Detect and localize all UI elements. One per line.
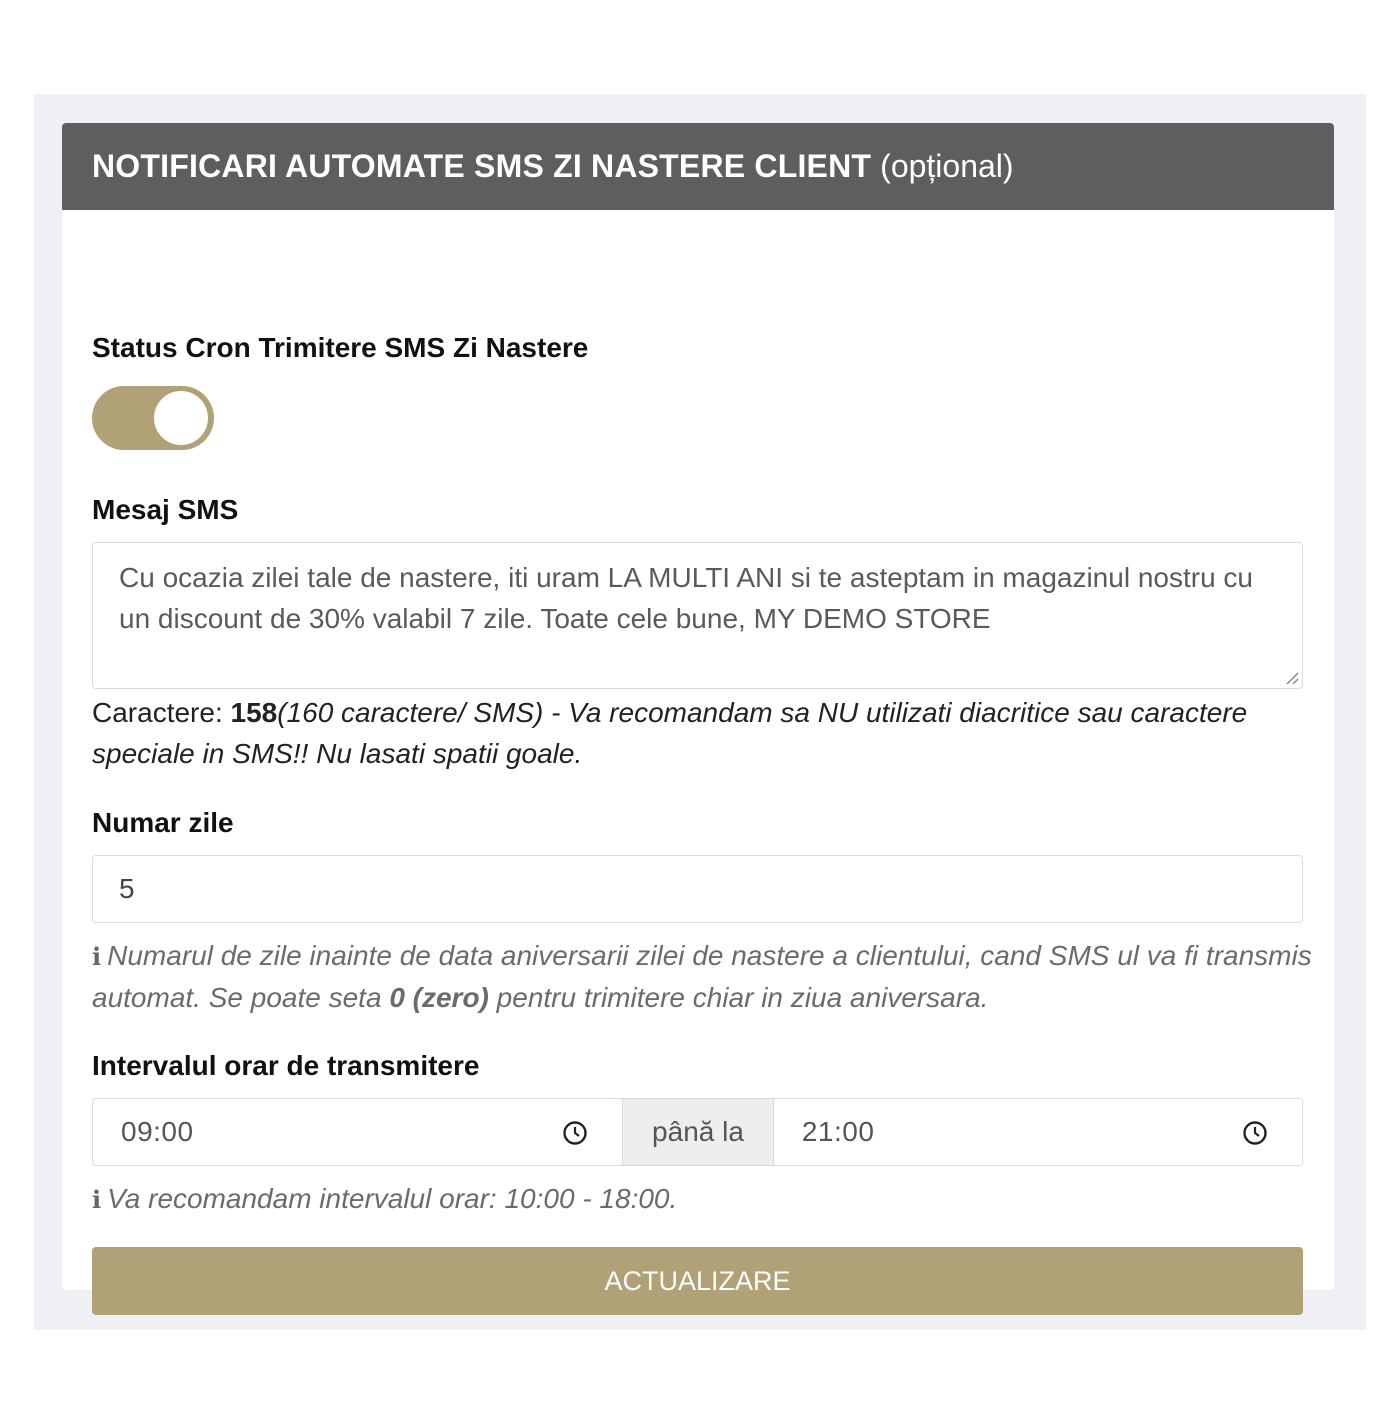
- days-input[interactable]: 5: [92, 855, 1303, 923]
- time-separator: până la: [623, 1098, 773, 1166]
- status-toggle[interactable]: [92, 386, 214, 450]
- days-hint-bold: 0 (zero): [389, 982, 489, 1013]
- time-to-input[interactable]: 21:00: [772, 1098, 1303, 1166]
- info-icon: i: [92, 1185, 102, 1214]
- days-hint-part2: pentru trimitere chiar in ziua aniversar…: [488, 982, 989, 1013]
- chars-prefix: Caractere:: [92, 697, 231, 728]
- message-label: Mesaj SMS: [92, 494, 239, 525]
- days-value: 5: [119, 873, 135, 904]
- clock-icon[interactable]: [1242, 1120, 1268, 1146]
- interval-label: Intervalul orar de transmitere: [92, 1050, 480, 1081]
- time-from-value: 09:00: [121, 1116, 194, 1147]
- message-char-info: Caractere: 158(160 caractere/ SMS) - Va …: [92, 692, 1312, 774]
- days-label: Numar zile: [92, 807, 234, 838]
- message-text: Cu ocazia zilei tale de nastere, iti ura…: [119, 562, 1253, 634]
- interval-hint: i Va recomandam intervalul orar: 10:00 - …: [92, 1178, 1312, 1220]
- interval-time-group: 09:00 până la 21:00: [92, 1098, 1303, 1166]
- resize-grip-icon[interactable]: [1283, 669, 1299, 685]
- update-button[interactable]: ACTUALIZARE: [92, 1247, 1303, 1315]
- card-title-optional: (opțional): [880, 148, 1014, 184]
- chars-count: 158: [230, 697, 278, 728]
- status-label: Status Cron Trimitere SMS Zi Nastere: [92, 332, 589, 363]
- page-background: NOTIFICARI AUTOMATE SMS ZI NASTERE CLIEN…: [34, 94, 1366, 1330]
- settings-card: NOTIFICARI AUTOMATE SMS ZI NASTERE CLIEN…: [62, 123, 1334, 1315]
- info-icon: i: [92, 942, 102, 971]
- message-textarea[interactable]: Cu ocazia zilei tale de nastere, iti ura…: [92, 542, 1303, 689]
- card-title: NOTIFICARI AUTOMATE SMS ZI NASTERE CLIEN…: [92, 148, 872, 184]
- toggle-knob: [154, 391, 208, 445]
- days-hint: i Numarul de zile inainte de data anivers…: [92, 935, 1312, 1018]
- interval-hint-text: Va recomandam intervalul orar: 10:00 - 1…: [107, 1183, 678, 1214]
- time-from-input[interactable]: 09:00: [92, 1098, 624, 1166]
- card-header: NOTIFICARI AUTOMATE SMS ZI NASTERE CLIEN…: [62, 123, 1334, 210]
- time-to-value: 21:00: [801, 1116, 875, 1147]
- clock-icon[interactable]: [562, 1120, 588, 1146]
